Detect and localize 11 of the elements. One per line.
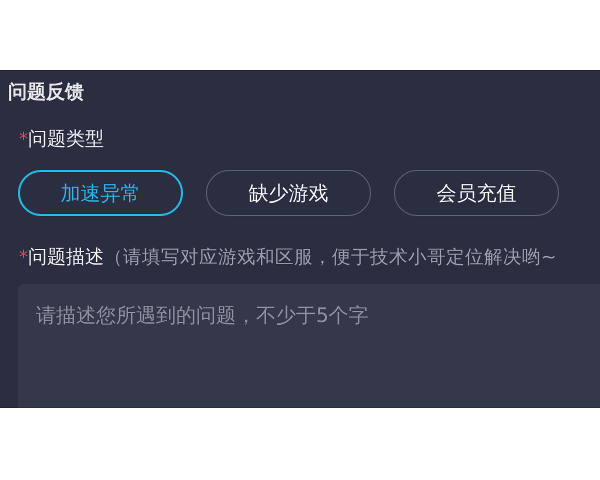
type-option[interactable]: 会员充值 — [394, 170, 559, 216]
field-label: 问题描述 — [28, 245, 104, 270]
field-label: 问题类型 — [28, 127, 104, 152]
description-field[interactable]: 请描述您所遇到的问题，不少于5个字 — [18, 284, 600, 408]
placeholder-text: 请描述您所遇到的问题，不少于5个字 — [36, 303, 369, 327]
required-mark: * — [19, 247, 28, 268]
required-mark: * — [19, 129, 28, 150]
type-option[interactable]: 缺少游戏 — [206, 170, 371, 216]
type-option[interactable]: 加速异常 — [18, 170, 183, 216]
panel-title: 问题反馈 — [8, 80, 85, 104]
field-hint: （请填写对应游戏和区服，便于技术小哥定位解决哟~ — [104, 246, 557, 269]
